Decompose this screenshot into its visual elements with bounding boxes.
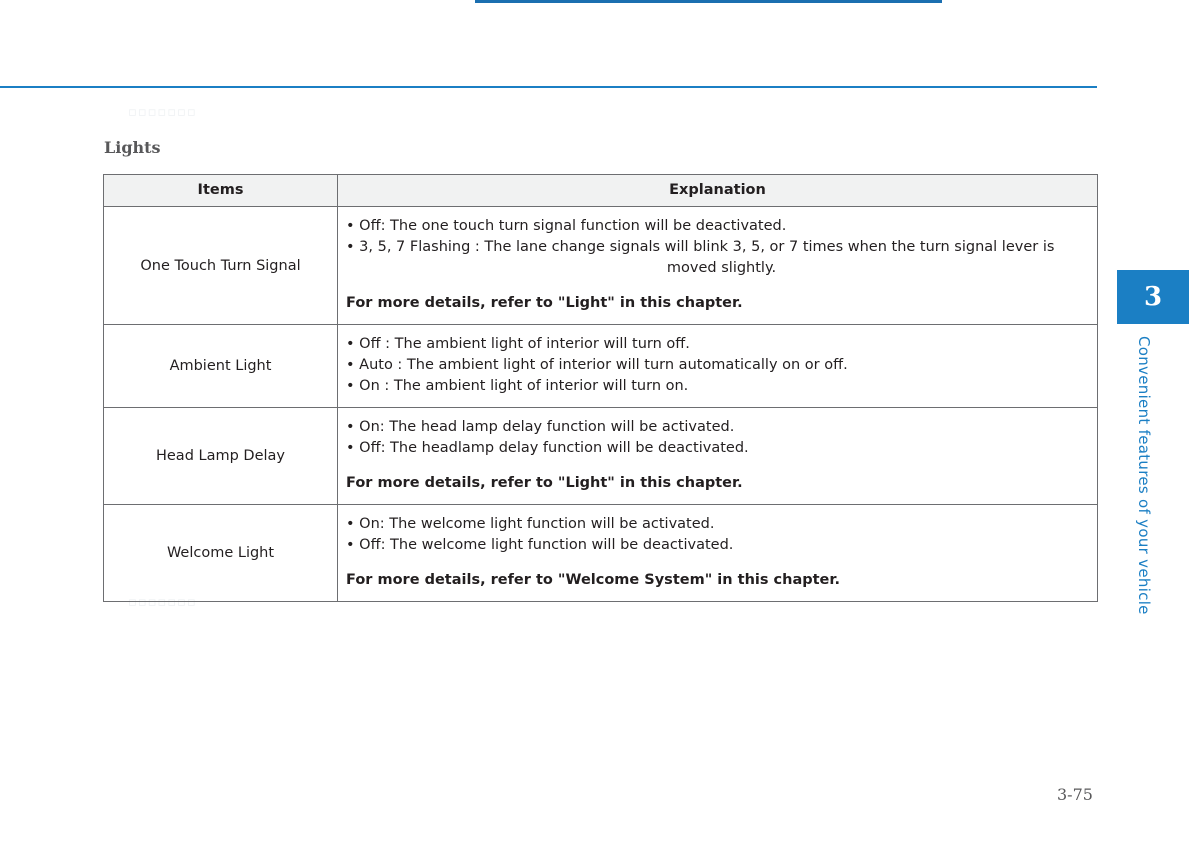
lights-settings-table: Items Explanation One Touch Turn Signal … — [103, 174, 1098, 603]
row-note: For more details, refer to "Welcome Syst… — [346, 572, 840, 589]
bullet-line: • On: The head lamp delay function will … — [346, 419, 735, 436]
row-explanation-ambient-light: • Off : The ambient light of interior wi… — [337, 324, 1098, 409]
column-header-items: Items — [103, 174, 338, 207]
table-row: Head Lamp Delay • On: The head lamp dela… — [103, 407, 1098, 506]
row-explanation-head-lamp-delay: • On: The head lamp delay function will … — [337, 407, 1098, 506]
row-item-welcome-light: Welcome Light — [103, 504, 338, 603]
row-explanation-welcome-light: • On: The welcome light function will be… — [337, 504, 1098, 603]
bullet-text: • 3, 5, 7 Flashing : The lane change sig… — [346, 239, 1055, 256]
bullet-line: • Off : The ambient light of interior wi… — [346, 336, 690, 353]
bullet-line: • 3, 5, 7 Flashing : The lane change sig… — [346, 237, 1091, 279]
bullet-line: • Off: The one touch turn signal functio… — [346, 218, 787, 234]
row-explanation-one-touch-turn-signal: • Off: The one touch turn signal functio… — [337, 205, 1098, 326]
row-item-head-lamp-delay: Head Lamp Delay — [103, 407, 338, 506]
bullet-line: • On : The ambient light of interior wil… — [346, 378, 689, 395]
row-note: For more details, refer to "Light" in th… — [346, 295, 743, 312]
page-title: Lights — [104, 138, 161, 157]
row-note: For more details, refer to "Light" in th… — [346, 475, 743, 492]
table-row: Ambient Light • Off : The ambient light … — [103, 324, 1098, 409]
column-header-explanation: Explanation — [337, 174, 1098, 207]
ghost-mark-top: ▫▫▫▫▫▫▫ — [128, 105, 197, 120]
chapter-title-sidebar: Convenient features of your vehicle — [1135, 336, 1153, 615]
table-header-row: Items Explanation — [103, 174, 1098, 207]
row-item-one-touch-turn-signal: One Touch Turn Signal — [103, 205, 338, 326]
header-divider-rule — [0, 86, 1097, 88]
table-row: Welcome Light • On: The welcome light fu… — [103, 504, 1098, 603]
bullet-line: • Auto : The ambient light of interior w… — [346, 357, 848, 374]
bullet-line: • Off: The welcome light function will b… — [346, 537, 734, 554]
bullet-continuation: moved slightly. — [666, 260, 777, 277]
top-page-rule-stub — [475, 0, 942, 3]
table-row: One Touch Turn Signal • Off: The one tou… — [103, 205, 1098, 326]
chapter-number-tab: 3 — [1117, 270, 1189, 324]
bullet-line: • On: The welcome light function will be… — [346, 516, 715, 533]
page-number: 3-75 — [1057, 785, 1093, 804]
row-item-ambient-light: Ambient Light — [103, 324, 338, 409]
bullet-line: • Off: The headlamp delay function will … — [346, 440, 749, 457]
